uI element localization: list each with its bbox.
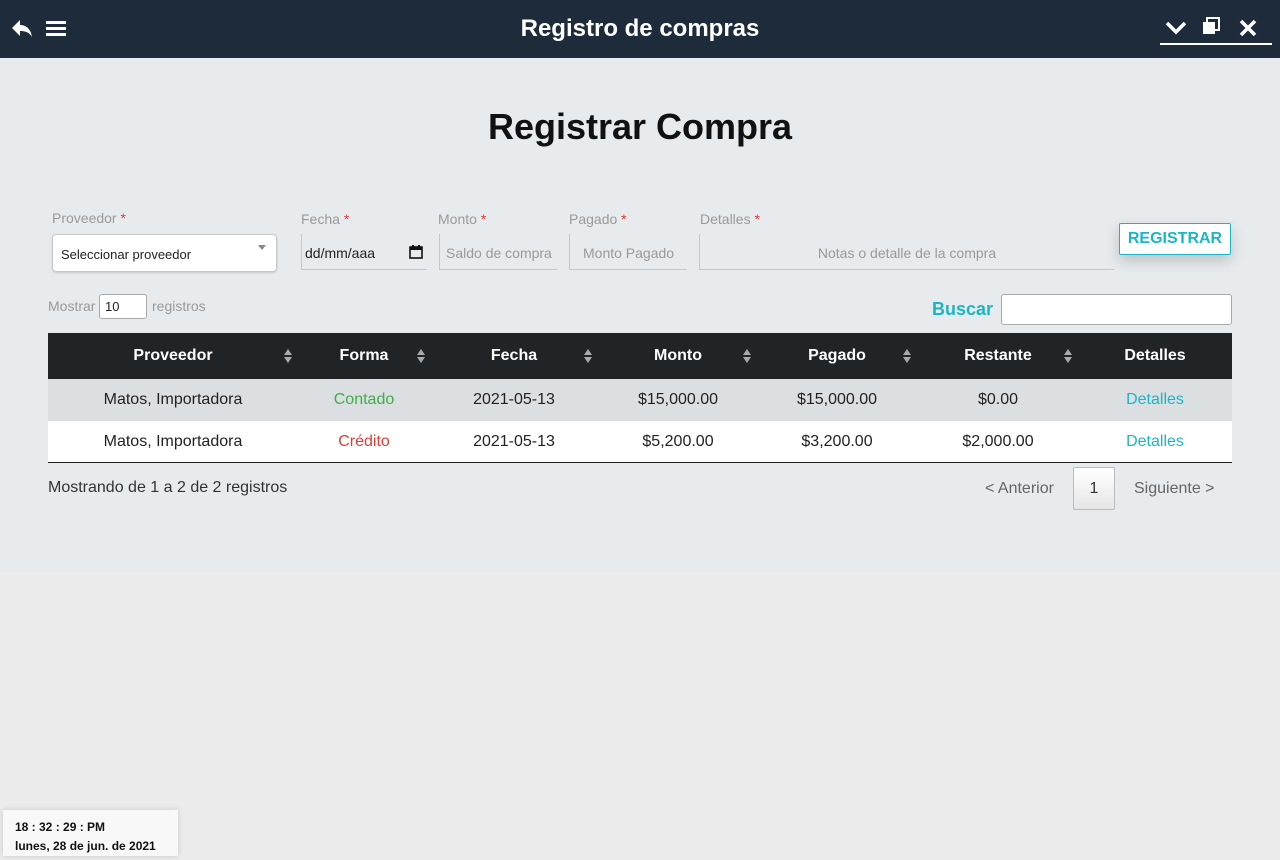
column-header-monto[interactable]: Monto <box>598 333 758 379</box>
table-row: Matos, Importadora Contado 2021-05-13 $1… <box>48 379 1232 421</box>
calendar-icon[interactable] <box>409 244 423 262</box>
detalles-label: Detalles * <box>700 211 760 227</box>
pagination-next[interactable]: Siguiente > <box>1134 480 1215 498</box>
fecha-input[interactable]: dd/mm/aaa <box>301 234 427 270</box>
detalles-link[interactable]: Detalles <box>1080 379 1230 421</box>
cell-fecha: 2021-05-13 <box>473 433 555 450</box>
fecha-placeholder: dd/mm/aaa <box>305 245 376 261</box>
clock-time: 18 : 32 : 29 : PM <box>15 820 106 834</box>
column-header-forma[interactable]: Forma <box>298 333 430 379</box>
sort-icon[interactable] <box>416 348 426 364</box>
clock-date: lunes, 28 de jun. de 2021 <box>15 839 156 853</box>
restore-window-icon[interactable] <box>1197 12 1225 40</box>
sort-icon[interactable] <box>583 348 593 364</box>
monto-label: Monto * <box>438 211 487 227</box>
show-entries-input[interactable]: 10 <box>99 294 147 319</box>
pagado-input[interactable]: Monto Pagado <box>569 234 687 270</box>
sort-icon[interactable] <box>1063 348 1073 364</box>
clock-widget: 18 : 32 : 29 : PM lunes, 28 de jun. de 2… <box>3 810 178 856</box>
table-header: Proveedor Forma Fecha Monto Pagado Resta… <box>48 333 1232 379</box>
proveedor-select-value: Seleccionar proveedor <box>61 247 192 262</box>
sort-icon[interactable] <box>283 348 293 364</box>
cell-fecha: 2021-05-13 <box>473 391 555 408</box>
column-header-detalles: Detalles <box>1124 347 1186 364</box>
pagination-page-1[interactable]: 1 <box>1073 467 1115 510</box>
title-bar: Registro de compras <box>0 0 1280 58</box>
chevron-down-icon[interactable] <box>1162 14 1190 42</box>
cell-pagado: $15,000.00 <box>796 391 878 408</box>
table-info: Mostrando de 1 a 2 de 2 registros <box>48 479 288 496</box>
purchases-table: Proveedor Forma Fecha Monto Pagado Resta… <box>48 333 1232 463</box>
table-row: Matos, Importadora Crédito 2021-05-13 $5… <box>48 421 1232 463</box>
window-controls-underline <box>1160 43 1272 45</box>
cell-restante: $0.00 <box>977 391 1019 408</box>
cell-proveedor: Matos, Importadora <box>103 433 243 450</box>
dropdown-caret-icon <box>258 245 266 250</box>
cell-proveedor: Matos, Importadora <box>103 391 243 408</box>
monto-placeholder: Saldo de compra <box>446 245 552 261</box>
search-label: Buscar <box>932 299 994 319</box>
show-prefix: Mostrar <box>48 298 96 314</box>
proveedor-select[interactable]: Seleccionar proveedor <box>52 234 277 272</box>
search-input[interactable] <box>1001 294 1232 325</box>
fecha-label: Fecha * <box>301 211 350 227</box>
column-header-pagado[interactable]: Pagado <box>758 333 916 379</box>
registrar-button[interactable]: REGISTRAR <box>1119 223 1231 255</box>
cell-restante: $2,000.00 <box>962 433 1034 450</box>
sort-icon[interactable] <box>742 348 752 364</box>
pagado-label: Pagado * <box>569 211 627 227</box>
column-header-fecha[interactable]: Fecha <box>430 333 598 379</box>
page-heading: Registrar Compra <box>487 106 793 147</box>
pagination-previous[interactable]: < Anterior <box>985 480 1054 498</box>
cell-monto: $5,200.00 <box>642 433 714 450</box>
monto-input[interactable]: Saldo de compra <box>439 234 557 270</box>
cell-monto: $15,000.00 <box>637 391 719 408</box>
proveedor-label: Proveedor * <box>52 210 126 226</box>
cell-pagado: $3,200.00 <box>801 433 873 450</box>
detalles-input[interactable]: Notas o detalle de la compra <box>699 234 1114 270</box>
column-header-proveedor[interactable]: Proveedor <box>48 333 298 379</box>
close-icon[interactable] <box>1234 14 1262 42</box>
window-title: Registro de compras <box>520 15 760 42</box>
cell-forma: Crédito <box>338 433 390 450</box>
pagado-placeholder: Monto Pagado <box>583 245 675 261</box>
detalles-placeholder: Notas o detalle de la compra <box>817 245 997 261</box>
cell-forma: Contado <box>333 391 395 408</box>
sort-icon[interactable] <box>902 348 912 364</box>
column-header-restante[interactable]: Restante <box>916 333 1080 379</box>
show-suffix: registros <box>152 298 206 314</box>
detalles-link[interactable]: Detalles <box>1080 421 1230 463</box>
